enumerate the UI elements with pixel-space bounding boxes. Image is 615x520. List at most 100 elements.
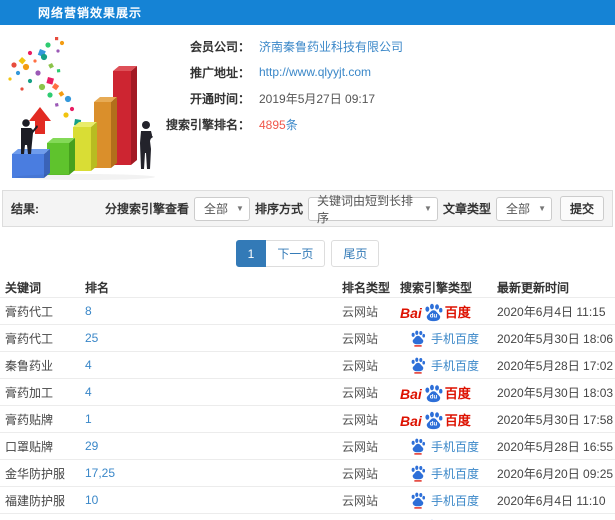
baidu-pc-logo: Bai du 百度: [400, 302, 471, 321]
table-row: 膏药代工 25 云网站 手机百度 2020年5月30日 18:06: [0, 324, 615, 351]
page-title: 网络营销效果展示: [38, 6, 143, 20]
update-time-cell: 2020年5月30日 18:03: [497, 385, 614, 400]
sort-value: 关键词由短到长排序: [316, 193, 413, 225]
keyword-cell: 口罩贴牌: [5, 439, 54, 454]
baidu-mobile-paw-icon: [411, 492, 426, 509]
rank-cell[interactable]: 10: [85, 493, 342, 507]
engine-filter-select[interactable]: 全部 ▼: [193, 196, 250, 221]
rank-type-cell: 云网站: [342, 331, 379, 346]
bar-green: [47, 138, 75, 175]
table-row: 膏药代工 8 云网站 Bai du 百度 2020年6月4日 11:15: [0, 297, 615, 324]
update-time-cell: 2020年6月4日 11:15: [497, 304, 606, 319]
rank-cell[interactable]: 17,25: [85, 466, 342, 480]
rank-type-cell: 云网站: [342, 466, 379, 481]
baidu-mobile-paw-icon: [411, 465, 426, 482]
baidu-bai-text: Bai: [400, 304, 422, 321]
rank-cell[interactable]: 8: [85, 304, 342, 318]
update-time-cell: 2020年5月30日 17:58: [497, 412, 614, 427]
baidu-du-text: du: [430, 393, 438, 400]
update-time-cell: 2020年6月4日 11:10: [497, 493, 606, 508]
baidu-mobile-logo: 手机百度: [410, 330, 479, 347]
keyword-cell: 金华防护服: [5, 466, 66, 481]
engine-filter-value: 全部: [203, 202, 228, 216]
next-page-button[interactable]: 下一页: [266, 240, 326, 267]
table-body: 膏药代工 8 云网站 Bai du 百度 2020年6月4日 11:15 膏药代…: [0, 297, 615, 520]
baidu-du-text: du: [430, 312, 438, 319]
rank-cell[interactable]: 29: [85, 439, 342, 453]
rank-cell[interactable]: 25: [85, 331, 342, 345]
baidu-mobile-logo: 手机百度: [410, 357, 479, 374]
baidu-mobile-paw-icon: [411, 330, 426, 347]
header-rank-type: 排名类型: [342, 281, 391, 295]
article-type-select[interactable]: 全部 ▼: [495, 196, 552, 221]
baidu-paw-icon: du: [425, 411, 443, 429]
rank-count-label: 搜索引擎排名：: [165, 117, 250, 132]
baidu-bai-text: Bai: [400, 412, 422, 429]
rank-cell[interactable]: 4: [85, 385, 342, 399]
update-time-cell: 2020年5月28日 17:02: [497, 358, 614, 373]
engine-filter-label: 分搜索引擎查看: [104, 202, 189, 216]
bar-yellow: [73, 122, 97, 171]
company-link[interactable]: 济南秦鲁药业科技有限公司: [259, 38, 403, 55]
submit-button[interactable]: 提交: [559, 196, 604, 221]
keyword-cell: 膏药贴牌: [5, 412, 54, 427]
filter-panel: 结果: 分搜索引擎查看 全部 ▼ 排序方式 关键词由短到长排序 ▼ 文章类型 全…: [2, 190, 613, 227]
baidu-mobile-label: 手机百度: [431, 493, 480, 508]
rank-type-cell: 云网站: [342, 493, 379, 508]
info-row-rank-count: 搜索引擎排名： 4895条: [163, 111, 615, 137]
baidu-bai-text: Bai: [400, 385, 422, 402]
table-row: 口罩贴牌 29 云网站 手机百度 2020年5月28日 16:55: [0, 432, 615, 459]
article-type-value: 全部: [506, 202, 531, 216]
keyword-cell: 福建防护服: [5, 493, 66, 508]
filter-controls: 分搜索引擎查看 全部 ▼ 排序方式 关键词由短到长排序 ▼ 文章类型 全部 ▼ …: [104, 194, 612, 225]
header-update-time: 最新更新时间: [497, 281, 570, 295]
member-info-list: 会员公司： 济南秦鲁药业科技有限公司 推广地址： http://www.qlyy…: [163, 25, 615, 190]
baidu-cn-text: 百度: [444, 385, 471, 401]
header-keyword: 关键词: [5, 281, 42, 295]
table-row: 秦鲁药业 4 云网站 手机百度 2020年5月28日 17:02: [0, 351, 615, 378]
table-row: 膏药加工 4 云网站 Bai du 百度 2020年5月30日 18:03: [0, 378, 615, 405]
rank-count-unit: 条: [285, 117, 298, 132]
promo-url-link[interactable]: http://www.qlyyjt.com: [259, 65, 371, 79]
growth-bar-chart-illustration: [8, 37, 155, 180]
update-time-cell: 2020年5月28日 16:55: [497, 439, 614, 454]
sort-label: 排序方式: [254, 202, 303, 216]
table-row: 福建防护服 10 云网站 手机百度 2020年6月4日 11:10: [0, 486, 615, 513]
table-row: Bai du 百度: [0, 513, 615, 520]
engine-cell: 手机百度: [400, 438, 497, 455]
baidu-mobile-logo: 手机百度: [410, 465, 479, 482]
rank-type-cell: 云网站: [342, 304, 379, 319]
info-row-open-time: 开通时间： 2019年5月27日 09:17: [163, 85, 615, 111]
baidu-mobile-label: 手机百度: [431, 331, 480, 346]
info-section: 会员公司： 济南秦鲁药业科技有限公司 推广地址： http://www.qlyy…: [0, 25, 615, 190]
baidu-pc-logo: Bai du 百度: [400, 383, 471, 402]
header-rank: 排名: [85, 281, 110, 295]
rank-cell[interactable]: 1: [85, 412, 342, 426]
info-row-company: 会员公司： 济南秦鲁药业科技有限公司: [163, 33, 615, 59]
baidu-mobile-logo: 手机百度: [410, 438, 479, 455]
rank-type-cell: 云网站: [342, 358, 379, 373]
promo-url-label: 推广地址：: [189, 65, 250, 80]
engine-cell: 手机百度: [400, 330, 497, 347]
info-row-url: 推广地址： http://www.qlyyjt.com: [163, 59, 615, 85]
chevron-down-icon: ▼: [538, 204, 546, 213]
engine-cell: Bai du 百度: [400, 302, 497, 321]
rank-cell[interactable]: 4: [85, 358, 342, 372]
bar-orange: [94, 97, 117, 168]
page-1-button[interactable]: 1: [235, 240, 267, 267]
baidu-du-text: du: [430, 420, 438, 427]
engine-cell: 手机百度: [400, 357, 497, 374]
baidu-cn-text: 百度: [444, 412, 471, 428]
engine-cell: Bai du 百度: [400, 410, 497, 429]
engine-cell: Bai du 百度: [400, 383, 497, 402]
chevron-down-icon: ▼: [424, 204, 432, 213]
last-page-button[interactable]: 尾页: [331, 240, 380, 267]
keyword-cell: 膏药代工: [5, 304, 54, 319]
result-label: 结果:: [11, 202, 39, 216]
table-header: 关键词 排名 排名类型 搜索引擎类型 最新更新时间: [0, 278, 615, 297]
baidu-paw-icon: du: [425, 303, 443, 321]
rank-type-cell: 云网站: [342, 412, 379, 427]
sort-select[interactable]: 关键词由短到长排序 ▼: [307, 194, 438, 225]
engine-cell: 手机百度: [400, 465, 497, 482]
rank-type-cell: 云网站: [342, 385, 379, 400]
